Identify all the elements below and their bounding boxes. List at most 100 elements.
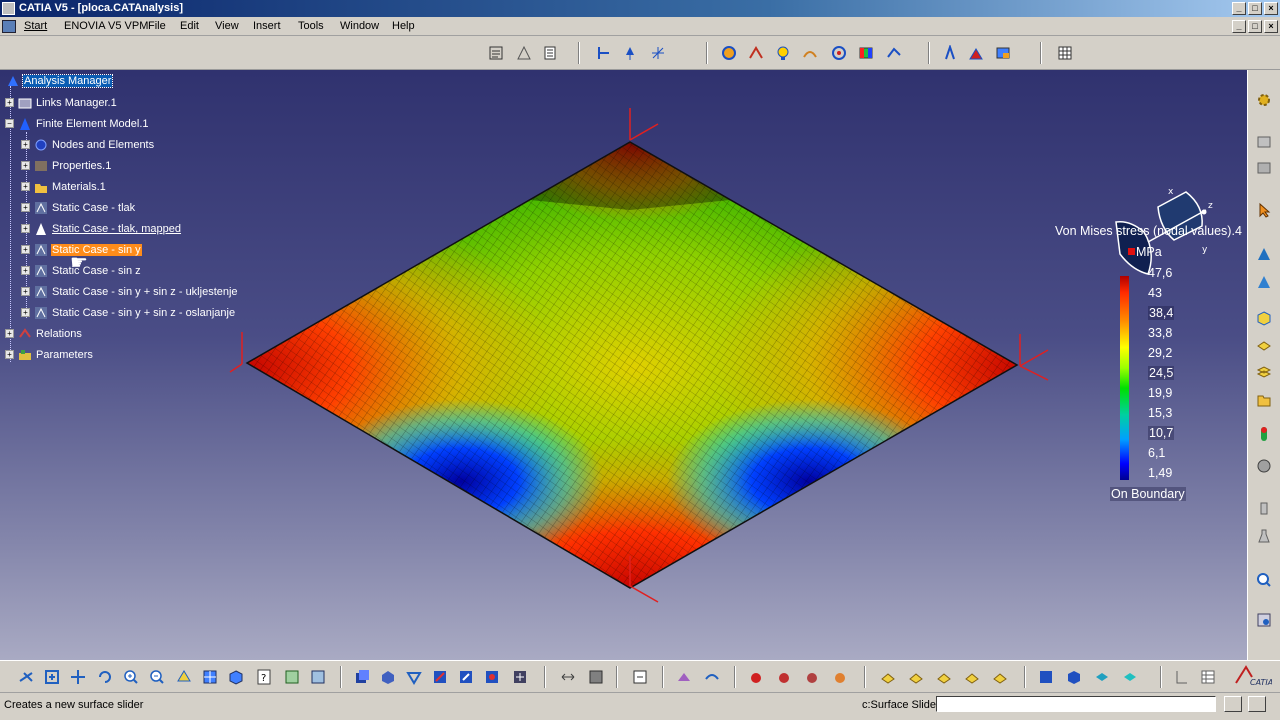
measure-icon[interactable]	[510, 667, 530, 687]
mesh-icon[interactable]	[514, 43, 534, 63]
image-icon[interactable]	[993, 43, 1013, 63]
sensor-icon[interactable]	[773, 43, 793, 63]
cursor-icon[interactable]	[1254, 200, 1274, 220]
cut-icon[interactable]	[430, 667, 450, 687]
menu-enovia[interactable]: ENOVIA V5 VPM	[64, 20, 148, 32]
expand-toggle[interactable]: +	[5, 329, 14, 338]
close-button[interactable]: ×	[1264, 2, 1278, 15]
expand-toggle[interactable]: +	[5, 350, 14, 359]
palette-icon[interactable]	[856, 43, 876, 63]
layers-icon[interactable]	[1254, 132, 1274, 152]
3d-viewport[interactable]: Analysis Manager + Links Manager.1 − Fin…	[0, 70, 1247, 660]
compare-icon[interactable]	[482, 667, 502, 687]
line-icon[interactable]	[1172, 667, 1192, 687]
cone-2-icon[interactable]	[1254, 272, 1274, 292]
arrow-icon[interactable]	[990, 667, 1010, 687]
status-button-2[interactable]	[1248, 696, 1266, 712]
tree-item-links-manager[interactable]: Links Manager.1	[18, 94, 118, 112]
pressure-icon[interactable]	[746, 43, 766, 63]
fly-icon[interactable]	[16, 667, 36, 687]
surface-1-icon[interactable]	[702, 667, 722, 687]
tree-icon[interactable]	[378, 667, 398, 687]
gimbal-icon[interactable]	[648, 43, 668, 63]
cube-blue-icon[interactable]	[1064, 667, 1084, 687]
cone-icon[interactable]	[1254, 244, 1274, 264]
expand-toggle[interactable]: +	[21, 287, 30, 296]
shadow-icon[interactable]	[674, 667, 694, 687]
report-icon[interactable]	[1254, 610, 1274, 630]
tree-item-case-ukljestenje[interactable]: Static Case - sin y + sin z - ukljestenj…	[34, 283, 239, 301]
tree-item-case-oslanjanje[interactable]: Static Case - sin y + sin z - oslanjanje	[34, 304, 236, 322]
stress-legend[interactable]: Von Mises stress (nodal values).4 MPa 47…	[1052, 222, 1247, 512]
zoom-out-icon[interactable]	[147, 667, 167, 687]
plate-icon[interactable]	[1254, 334, 1274, 354]
collapse-toggle[interactable]: −	[5, 119, 14, 128]
normal-view-icon[interactable]	[174, 667, 194, 687]
sensor-icon[interactable]	[1254, 424, 1274, 444]
catia-app-icon[interactable]	[2, 2, 15, 15]
cube-view-icon[interactable]	[226, 667, 246, 687]
status-button-1[interactable]	[1224, 696, 1242, 712]
expand-toggle[interactable]: +	[21, 266, 30, 275]
filter-icon[interactable]	[1254, 158, 1274, 178]
expand-toggle[interactable]: +	[21, 245, 30, 254]
deformation-icon[interactable]	[800, 43, 820, 63]
menu-edit[interactable]: Edit	[180, 20, 199, 32]
doc-close-button[interactable]: ×	[1264, 20, 1278, 33]
menu-help[interactable]: Help	[392, 20, 415, 32]
cube-icon[interactable]	[1254, 308, 1274, 328]
surface-2-icon[interactable]	[746, 667, 766, 687]
expand-toggle[interactable]: +	[21, 140, 30, 149]
surface-3-icon[interactable]	[774, 667, 794, 687]
help-icon[interactable]: ?	[254, 667, 274, 687]
stack-icon[interactable]	[1254, 362, 1274, 382]
calculator-icon[interactable]	[1055, 43, 1075, 63]
cut-plane-icon[interactable]	[966, 43, 986, 63]
grid-icon[interactable]	[558, 667, 578, 687]
menu-file[interactable]: File	[148, 20, 166, 32]
render-icon[interactable]	[586, 667, 606, 687]
tree-item-nodes[interactable]: Nodes and Elements	[34, 136, 155, 154]
edge-icon[interactable]	[404, 667, 424, 687]
menu-window[interactable]: Window	[340, 20, 379, 32]
sphere-icon[interactable]	[1254, 456, 1274, 476]
swap-icon[interactable]	[308, 667, 328, 687]
tree-item-parameters[interactable]: Parameters	[18, 346, 94, 364]
box-3-icon[interactable]	[934, 667, 954, 687]
expand-toggle[interactable]: +	[21, 182, 30, 191]
menu-view[interactable]: View	[215, 20, 239, 32]
box-4-icon[interactable]	[962, 667, 982, 687]
command-input[interactable]	[936, 696, 1216, 712]
pin-icon[interactable]	[620, 43, 640, 63]
flask-icon[interactable]	[1254, 526, 1274, 546]
stress-icon[interactable]	[829, 43, 849, 63]
report-icon[interactable]	[940, 43, 960, 63]
sheet-cyan-icon[interactable]	[1120, 667, 1140, 687]
material-icon[interactable]	[352, 667, 372, 687]
expand-toggle[interactable]: +	[21, 161, 30, 170]
box-2-icon[interactable]	[906, 667, 926, 687]
menu-tools[interactable]: Tools	[298, 20, 324, 32]
menu-insert[interactable]: Insert	[253, 20, 281, 32]
restraint-icon[interactable]	[593, 43, 613, 63]
zoom-in-icon[interactable]	[121, 667, 141, 687]
link-icon[interactable]	[456, 667, 476, 687]
sheet-blue-icon[interactable]	[1092, 667, 1112, 687]
document-icon[interactable]	[2, 20, 16, 33]
menu-start[interactable]: Start	[24, 20, 47, 32]
animate-icon[interactable]	[884, 43, 904, 63]
tree-item-analysis-manager[interactable]: Analysis Manager	[6, 72, 114, 90]
expand-toggle[interactable]: +	[21, 308, 30, 317]
minimize-button[interactable]: _	[1232, 2, 1246, 15]
box-1-icon[interactable]	[878, 667, 898, 687]
folder-icon[interactable]	[1254, 390, 1274, 410]
tree-item-relations[interactable]: Relations	[18, 325, 83, 343]
light-icon[interactable]	[630, 667, 650, 687]
surface-5-icon[interactable]	[830, 667, 850, 687]
doc-maximize-button[interactable]: □	[1248, 20, 1262, 33]
rotate-icon[interactable]	[95, 667, 115, 687]
sheet-icon[interactable]	[540, 43, 560, 63]
table-grid-icon[interactable]	[1198, 667, 1218, 687]
settings-icon[interactable]	[1254, 90, 1274, 110]
pan-icon[interactable]	[68, 667, 88, 687]
